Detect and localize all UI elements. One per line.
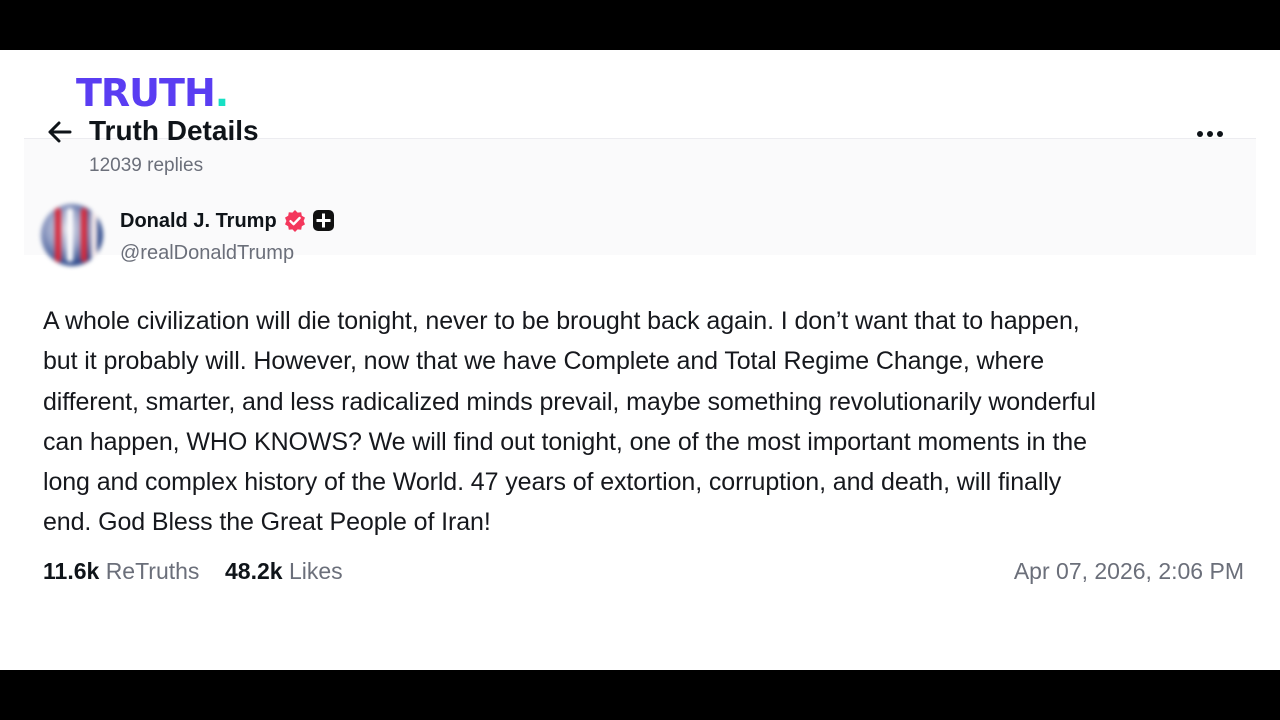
- reply-count: 12039 replies: [89, 155, 204, 176]
- post-line: but it probably will. However, now that …: [43, 347, 1045, 376]
- post-line: can happen, WHO KNOWS? We will find out …: [43, 427, 1087, 456]
- post-body: A whole civilization will die tonight, n…: [43, 301, 1243, 543]
- likes-label: Likes: [288, 558, 343, 584]
- back-button[interactable]: [44, 116, 76, 148]
- avatar-stripe: [81, 208, 87, 262]
- avatar-stripe: [91, 208, 97, 262]
- details-header-panel: [24, 139, 1256, 255]
- retruths-label: ReTruths: [105, 558, 200, 584]
- avatar-stripe: [55, 208, 61, 262]
- likes-stat[interactable]: 48.2k Likes: [225, 558, 343, 584]
- logo-text: TRUTH: [76, 71, 216, 115]
- verified-badge-icon: [283, 209, 307, 233]
- truth-logo[interactable]: TRUTH.: [76, 71, 229, 115]
- page-title: Truth Details: [89, 115, 259, 146]
- avatar[interactable]: [41, 204, 103, 266]
- post-line: end. God Bless the Great People of Iran!: [43, 508, 491, 537]
- retruths-stat[interactable]: 11.6k ReTruths: [43, 558, 199, 584]
- retruths-count: 11.6k: [43, 558, 100, 584]
- post-timestamp: Apr 07, 2026, 2:06 PM: [1013, 558, 1244, 584]
- ellipsis-icon: [1197, 131, 1223, 137]
- likes-count: 48.2k: [224, 558, 283, 584]
- arrow-left-icon: [48, 121, 72, 143]
- post-line: long and complex history of the World. 4…: [43, 468, 1062, 497]
- post-line: different, smarter, and less radicalized…: [43, 387, 1096, 416]
- author-name[interactable]: Donald J. Trump: [120, 208, 277, 234]
- author-handle[interactable]: @realDonaldTrump: [120, 240, 294, 266]
- logo-dot: .: [214, 71, 229, 115]
- more-options-button[interactable]: [1192, 120, 1228, 148]
- post-line: A whole civilization will die tonight, n…: [43, 307, 1080, 335]
- post-stats: 11.6k ReTruths 48.2k Likes: [43, 556, 343, 586]
- avatar-stripe: [67, 208, 73, 262]
- plus-badge-icon: [313, 210, 334, 231]
